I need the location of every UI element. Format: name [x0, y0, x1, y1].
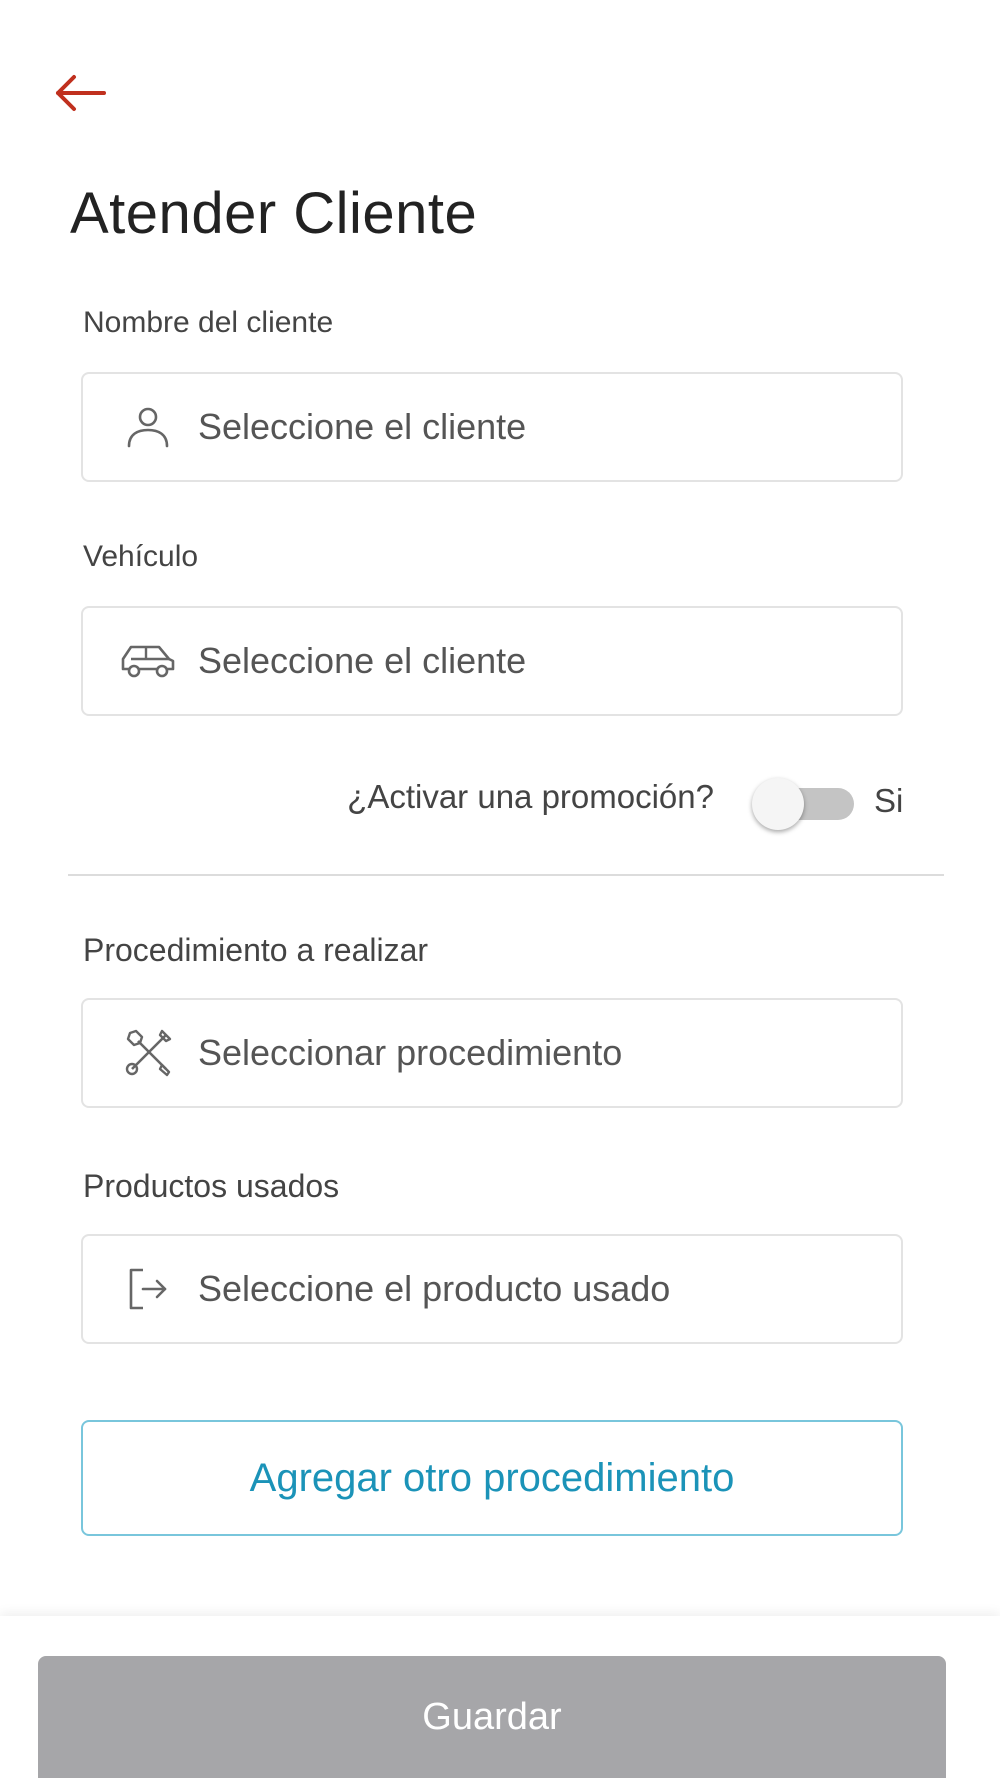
car-icon [118, 631, 178, 691]
products-placeholder: Seleccione el producto usado [198, 1268, 671, 1309]
tools-icon [118, 1023, 178, 1083]
back-button[interactable] [52, 70, 112, 120]
procedure-label: Procedimiento a realizar [83, 932, 429, 968]
promotion-row: ¿Activar una promoción? Si [0, 770, 1000, 830]
toggle-knob [752, 778, 804, 830]
vehicle-placeholder: Seleccione el cliente [198, 640, 527, 681]
products-label: Productos usados [83, 1168, 340, 1204]
exit-icon [118, 1259, 178, 1319]
vehicle-label: Vehículo [83, 540, 199, 573]
person-icon [118, 397, 178, 457]
promotion-state-label: Si [874, 782, 904, 819]
procedure-select[interactable]: Seleccionar procedimiento [81, 998, 903, 1108]
vehicle-select[interactable]: Seleccione el cliente [81, 606, 903, 716]
add-procedure-button[interactable]: Agregar otro procedimiento [81, 1420, 903, 1536]
page-title: Atender Cliente [70, 181, 478, 246]
client-label: Nombre del cliente [83, 306, 334, 339]
client-select[interactable]: Seleccione el cliente [81, 372, 903, 482]
products-select[interactable]: Seleccione el producto usado [81, 1234, 903, 1344]
client-placeholder: Seleccione el cliente [198, 406, 527, 447]
divider [68, 874, 944, 876]
arrow-left-icon [52, 73, 108, 118]
footer: Guardar [0, 1616, 1000, 1778]
promotion-label: ¿Activar una promoción? [347, 778, 714, 815]
promotion-toggle[interactable] [752, 778, 856, 830]
save-button[interactable]: Guardar [38, 1656, 946, 1778]
procedure-placeholder: Seleccionar procedimiento [198, 1032, 623, 1073]
